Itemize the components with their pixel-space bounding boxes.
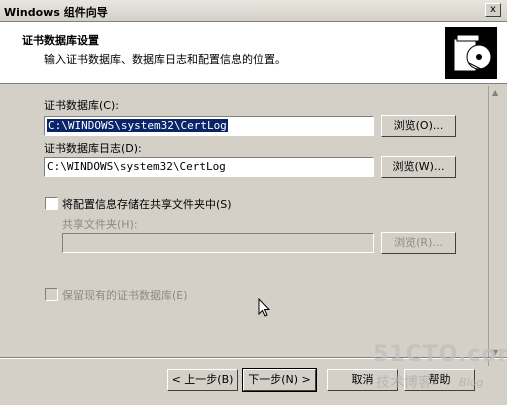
shared-folder-label: 共享文件夹(H): <box>62 218 138 231</box>
close-icon: x <box>490 4 496 15</box>
store-shared-checkbox[interactable] <box>45 197 58 210</box>
window-title: Windows 组件向导 <box>4 6 108 19</box>
store-shared-label[interactable]: 将配置信息存储在共享文件夹中(S) <box>62 196 232 212</box>
browse-db-button[interactable]: 浏览(O)... <box>381 115 456 137</box>
shared-folder-input <box>62 233 374 253</box>
keep-existing-checkbox <box>45 288 58 301</box>
browse-shared-button: 浏览(R)... <box>381 232 456 254</box>
keep-existing-label: 保留现有的证书数据库(E) <box>62 289 188 302</box>
db-path-input[interactable]: C:\WINDOWS\system32\CertLog <box>44 116 374 136</box>
installer-disc-icon <box>445 27 497 79</box>
watermark-brand: 51CTO.com <box>373 342 507 367</box>
close-button[interactable]: x <box>485 3 501 17</box>
vertical-scrollbar[interactable]: ▲ ▼ <box>488 86 503 366</box>
log-path-input[interactable]: C:\WINDOWS\system32\CertLog <box>44 157 374 177</box>
browse-log-button[interactable]: 浏览(W)... <box>381 156 456 178</box>
mouse-pointer-icon <box>258 298 270 317</box>
page-title: 证书数据库设置 <box>22 34 99 47</box>
wizard-header: 证书数据库设置 输入证书数据库、数据库日志和配置信息的位置。 <box>0 22 507 84</box>
db-label: 证书数据库(C): <box>44 99 119 112</box>
db-path-value: C:\WINDOWS\system32\CertLog <box>47 119 228 132</box>
next-button[interactable]: 下一步(N) > <box>242 368 317 392</box>
log-label: 证书数据库日志(D): <box>44 142 142 155</box>
back-button[interactable]: < 上一步(B) <box>167 369 238 391</box>
watermark-blog: Blog <box>459 376 484 389</box>
scroll-up-icon[interactable]: ▲ <box>492 88 498 97</box>
watermark-tagline: 技术博客 <box>376 375 432 391</box>
log-path-value: C:\WINDOWS\system32\CertLog <box>47 160 226 173</box>
title-bar[interactable]: Windows 组件向导 x <box>0 0 507 22</box>
page-subtitle: 输入证书数据库、数据库日志和配置信息的位置。 <box>44 53 286 66</box>
